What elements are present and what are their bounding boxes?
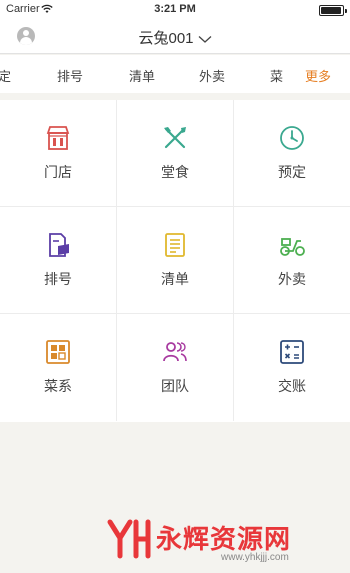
- calculator-icon: [280, 340, 304, 364]
- feature-grid: 门店 堂食 预定 排号 清单 外卖 菜系 团队 交账: [0, 100, 350, 422]
- tab-queue[interactable]: 排号: [57, 66, 83, 85]
- grid-item-settle[interactable]: 交账: [234, 314, 350, 421]
- tab-more[interactable]: 更多: [305, 66, 331, 85]
- grid-item-label: 门店: [44, 164, 72, 180]
- grid-item-list[interactable]: 清单: [117, 207, 234, 314]
- grid-item-label: 堂食: [161, 164, 189, 180]
- watermark-url: www.yhkjjj.com: [221, 552, 289, 563]
- clock-icon: [280, 126, 304, 150]
- grid-item-label: 排号: [44, 271, 72, 287]
- grid-item-label: 清单: [161, 271, 189, 287]
- scooter-icon: [280, 238, 305, 256]
- grid-item-label: 交账: [278, 378, 306, 394]
- watermark-text: 永辉资源网: [156, 524, 292, 554]
- list-icon: [165, 233, 185, 257]
- store-icon: [46, 126, 70, 150]
- chevron-down-icon: [198, 35, 211, 43]
- watermark: 永辉资源网 www.yhkjjj.com: [106, 516, 336, 564]
- grid-item-takeout[interactable]: 外卖: [234, 207, 350, 314]
- tab-reserve-partial[interactable]: 定: [0, 66, 11, 85]
- tab-takeout[interactable]: 外卖: [199, 66, 225, 85]
- grid-item-label: 外卖: [278, 271, 306, 287]
- category-tabs: 定 排号 清单 外卖 菜 更多: [0, 55, 350, 93]
- grid-item-label: 菜系: [44, 378, 72, 394]
- grid-item-reserve[interactable]: 预定: [234, 100, 350, 207]
- page-title: 云兔001: [138, 30, 194, 47]
- tab-list[interactable]: 清单: [129, 66, 155, 85]
- tab-dishes-partial[interactable]: 菜: [270, 66, 283, 85]
- watermark-logo: [107, 519, 151, 559]
- grid-item-store[interactable]: 门店: [0, 100, 117, 207]
- grid-item-queue[interactable]: 排号: [0, 207, 117, 314]
- battery-icon: [319, 5, 347, 16]
- nav-bar: 云兔001: [0, 20, 350, 54]
- grid-item-dine-in[interactable]: 堂食: [117, 100, 234, 207]
- grid-item-label: 预定: [278, 164, 306, 180]
- team-icon: [163, 342, 187, 362]
- grid-item-team[interactable]: 团队: [117, 314, 234, 421]
- store-selector[interactable]: 云兔001: [0, 27, 350, 48]
- clock-time: 3:21 PM: [154, 3, 196, 15]
- grid-item-label: 团队: [161, 378, 189, 394]
- queue-ticket-icon: [49, 233, 69, 257]
- grid-item-cuisine[interactable]: 菜系: [0, 314, 117, 421]
- menu-grid-icon: [46, 340, 70, 364]
- fork-knife-icon: [164, 127, 186, 149]
- status-bar: Carrier 3:21 PM: [0, 0, 350, 20]
